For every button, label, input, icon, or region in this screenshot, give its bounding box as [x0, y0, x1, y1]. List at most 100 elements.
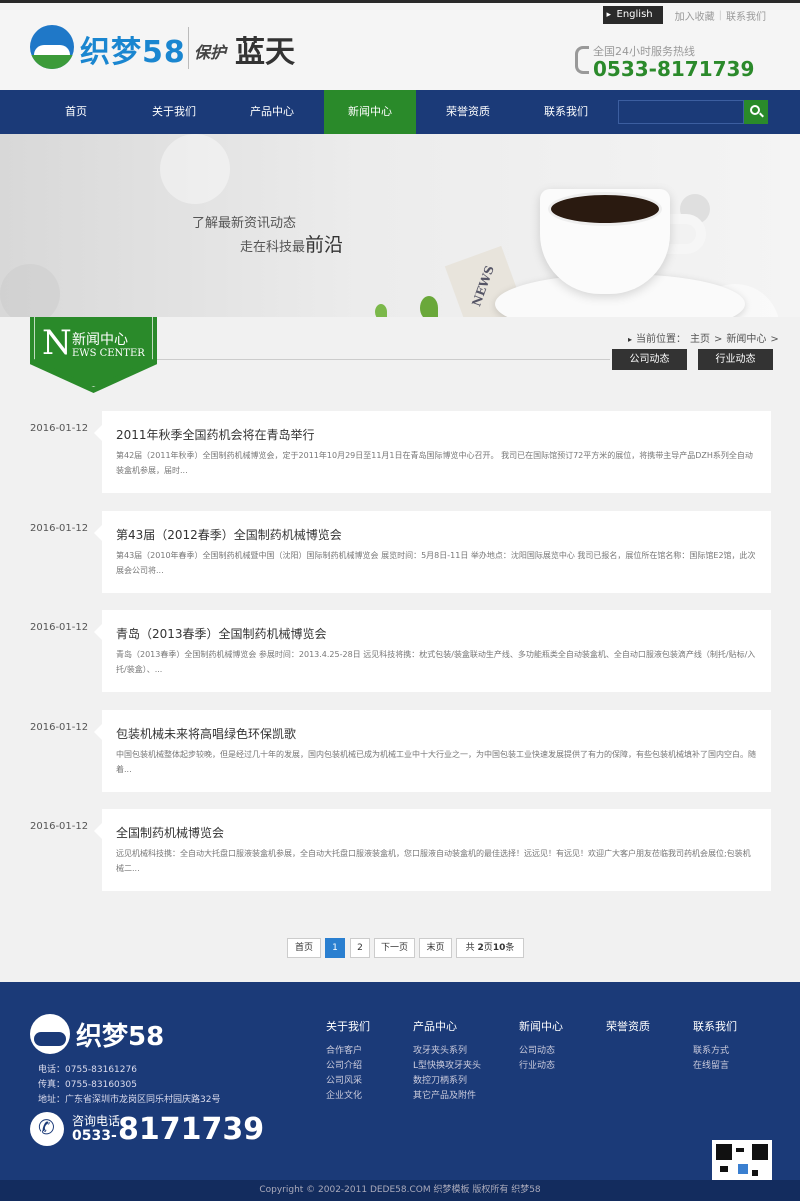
breadcrumb-home[interactable]: 主页	[690, 334, 710, 345]
breadcrumb-current[interactable]: 新闻中心	[726, 334, 766, 345]
search-icon-handle	[759, 112, 764, 118]
footer-brand: 织梦58	[76, 1022, 165, 1052]
footer-link[interactable]: 合作客户	[326, 1044, 370, 1059]
news-list-item[interactable]: 2016-01-12 2011年秋季全国药机会将在青岛举行 第42届（2011年…	[30, 411, 771, 493]
news-summary: 第42届（2011年秋季）全国制药机械博览会，定于2011年10月29日至11月…	[116, 451, 753, 475]
leaf-image	[420, 296, 438, 317]
coffee-image	[548, 192, 662, 226]
nav-item-about[interactable]: 关于我们	[128, 90, 220, 134]
footer-link[interactable]: 公司介绍	[326, 1059, 370, 1074]
add-favorite-link[interactable]: 加入收藏	[671, 8, 719, 23]
phone-icon	[575, 46, 589, 74]
pager-page-1[interactable]: 1	[325, 938, 345, 958]
news-card[interactable]: 全国制药机械博览会 远见机械科技携：全自动大托盘口服液装盒机参展，全自动大托盘口…	[94, 809, 771, 891]
badge-letter: N	[42, 323, 72, 363]
consult-label: 咨询电话	[72, 1114, 121, 1128]
footer-link[interactable]: 企业文化	[326, 1089, 370, 1104]
hotline-number: 0533-8171739	[593, 57, 755, 81]
footer-col-products: 产品中心 攻牙夹头系列 L型快换攻牙夹头 数控刀柄系列 其它产品及附件	[413, 1018, 481, 1104]
footer-link[interactable]: 其它产品及附件	[413, 1089, 481, 1104]
news-title[interactable]: 全国制药机械博览会	[116, 824, 224, 841]
nav-item-honors[interactable]: 荣誉资质	[422, 90, 514, 134]
tab-company-news[interactable]: 公司动态	[612, 349, 687, 370]
logo-slogan-big: 蓝天	[235, 35, 295, 70]
pager-next[interactable]: 下一页	[374, 938, 415, 958]
search-button[interactable]	[744, 100, 768, 124]
news-date: 2016-01-12	[30, 622, 89, 633]
english-link[interactable]: English	[602, 6, 663, 24]
footer-link[interactable]: 行业动态	[519, 1059, 563, 1074]
news-summary: 中国包装机械整体起步较晚，但是经过几十年的发展，国内包装机械已成为机械工业中十大…	[116, 750, 756, 774]
news-card[interactable]: 2011年秋季全国药机会将在青岛举行 第42届（2011年秋季）全国制药机械博览…	[94, 411, 771, 493]
news-list-item[interactable]: 2016-01-12 包装机械未来将高唱绿色环保凯歌 中国包装机械整体起步较晚，…	[30, 710, 771, 792]
contact-us-link[interactable]: 联系我们	[722, 8, 770, 23]
banner-tagline-1: 了解最新资讯动态	[192, 216, 297, 231]
pager-total-mid: 页	[483, 943, 493, 953]
nav-item-news[interactable]: 新闻中心	[324, 90, 416, 134]
footer-col-heading[interactable]: 联系我们	[693, 1018, 737, 1034]
pager-total-suffix: 条	[505, 943, 515, 953]
news-date: 2016-01-12	[30, 821, 89, 832]
breadcrumb-arrow-icon: ▸	[628, 335, 633, 344]
footer-logo-icon	[30, 1014, 70, 1054]
logo-globe-icon	[30, 25, 74, 69]
news-card[interactable]: 第43届（2012春季）全国制药机械博览会 第43届（2010年春季）全国制药机…	[94, 511, 771, 593]
footer-address: 地址：广东省深圳市龙岗区同乐村园庆路32号	[38, 1095, 221, 1105]
footer-col-contact: 联系我们 联系方式 在线留言	[693, 1018, 737, 1074]
footer-link[interactable]: 公司风采	[326, 1074, 370, 1089]
banner-tagline-prefix: 走在科技最	[240, 240, 306, 255]
breadcrumb-label: 当前位置：	[636, 334, 687, 345]
footer-link[interactable]: 公司动态	[519, 1044, 563, 1059]
footer-link[interactable]: L型快换攻牙夹头	[413, 1059, 481, 1074]
footer-col-heading[interactable]: 荣誉资质	[606, 1018, 650, 1034]
news-date: 2016-01-12	[30, 722, 89, 733]
pager-page-2[interactable]: 2	[350, 938, 370, 958]
logo-divider	[188, 27, 189, 69]
pager-first[interactable]: 首页	[287, 938, 321, 958]
hotline: 全国24小时服务热线 0533-8171739	[575, 43, 775, 83]
copyright: Copyright © 2002-2011 DEDE58.COM 织梦模板 版权…	[0, 1180, 800, 1201]
site-footer: 织梦58 电话：0755-83161276 传真：0755-83160305 地…	[0, 982, 800, 1201]
footer-logo[interactable]: 织梦58	[30, 1014, 170, 1054]
news-list-item[interactable]: 2016-01-12 第43届（2012春季）全国制药机械博览会 第43届（20…	[30, 511, 771, 593]
pager-last[interactable]: 末页	[419, 938, 452, 958]
news-date: 2016-01-12	[30, 423, 89, 434]
tab-industry-news[interactable]: 行业动态	[698, 349, 773, 370]
news-title[interactable]: 第43届（2012春季）全国制药机械博览会	[116, 526, 342, 543]
section-divider	[157, 359, 610, 360]
nav-item-products[interactable]: 产品中心	[226, 90, 318, 134]
banner-tagline-2: 走在科技最前沿	[240, 230, 343, 257]
search-input[interactable]	[618, 100, 744, 124]
footer-link[interactable]: 攻牙夹头系列	[413, 1044, 481, 1059]
pager-total: 共 2页10条	[456, 938, 524, 958]
news-card[interactable]: 包装机械未来将高唱绿色环保凯歌 中国包装机械整体起步较晚，但是经过几十年的发展，…	[94, 710, 771, 792]
badge-title-cn: 新闻中心	[72, 332, 128, 348]
news-summary: 青岛（2013春季）全国制药机械博览会 参展时间：2013.4.25-28日 远…	[116, 650, 756, 674]
news-title[interactable]: 青岛（2013春季）全国制药机械博览会	[116, 625, 327, 642]
breadcrumb: ▸ 当前位置： 主页 > 新闻中心 >	[628, 330, 783, 345]
qr-module	[720, 1166, 728, 1172]
news-title[interactable]: 包装机械未来将高唱绿色环保凯歌	[116, 725, 296, 742]
news-list-item[interactable]: 2016-01-12 青岛（2013春季）全国制药机械博览会 青岛（2013春季…	[30, 610, 771, 692]
footer-link[interactable]: 在线留言	[693, 1059, 737, 1074]
footer-col-heading[interactable]: 新闻中心	[519, 1018, 563, 1034]
footer-col-heading[interactable]: 关于我们	[326, 1018, 370, 1034]
footer-link[interactable]: 联系方式	[693, 1044, 737, 1059]
footer-col-about: 关于我们 合作客户 公司介绍 公司风采 企业文化	[326, 1018, 370, 1104]
banner-tagline-emphasis: 前沿	[305, 234, 344, 256]
news-center-badge: N 新闻中心 EWS CENTER	[30, 317, 157, 393]
news-title[interactable]: 2011年秋季全国药机会将在青岛举行	[116, 426, 315, 443]
news-card[interactable]: 青岛（2013春季）全国制药机械博览会 青岛（2013春季）全国制药机械博览会 …	[94, 610, 771, 692]
footer-col-heading[interactable]: 产品中心	[413, 1018, 481, 1034]
site-logo[interactable]: 织梦58 保护 蓝天	[30, 23, 310, 71]
breadcrumb-separator: >	[770, 334, 779, 345]
nav-item-home[interactable]: 首页	[30, 90, 122, 134]
footer-link[interactable]: 数控刀柄系列	[413, 1074, 481, 1089]
top-header: 织梦58 保护 蓝天 English 加入收藏 | 联系我们 全国24小时服务热…	[0, 0, 800, 90]
nav-item-contact[interactable]: 联系我们	[520, 90, 612, 134]
badge-title-en: EWS CENTER	[72, 348, 145, 359]
footer-phone: 电话：0755-83161276	[38, 1065, 137, 1075]
news-list-item[interactable]: 2016-01-12 全国制药机械博览会 远见机械科技携：全自动大托盘口服液装盒…	[30, 809, 771, 891]
banner-decor-circle	[160, 134, 230, 204]
top-links: English 加入收藏 | 联系我们	[602, 6, 770, 24]
